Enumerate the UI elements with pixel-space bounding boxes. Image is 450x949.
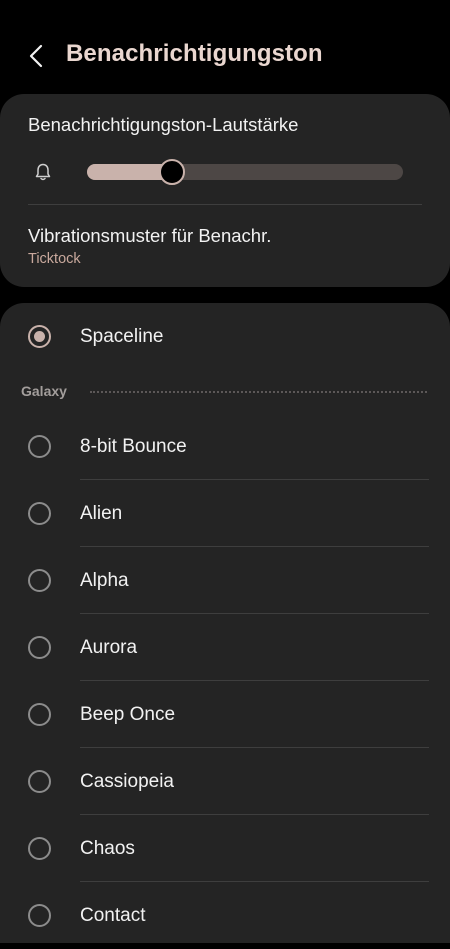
chevron-left-icon (29, 44, 43, 68)
volume-slider[interactable] (87, 159, 403, 185)
volume-slider-thumb[interactable] (159, 159, 186, 185)
section-divider (90, 391, 427, 393)
list-item[interactable]: Chaos (0, 815, 450, 882)
volume-label: Benachrichtigungston-Lautstärke (28, 114, 299, 135)
list-item-label: Cassiopeia (80, 771, 174, 792)
radio-button[interactable] (28, 435, 51, 458)
radio-button[interactable] (28, 904, 51, 927)
list-item[interactable]: Beep Once (0, 681, 450, 748)
section-header-galaxy: Galaxy (21, 383, 67, 399)
list-item[interactable]: 8-bit Bounce (0, 413, 450, 480)
list-item[interactable]: Contact (0, 882, 450, 949)
settings-card: Benachrichtigungston-Lautstärke Vibratio… (0, 94, 450, 287)
vibration-pattern-value: Ticktock (28, 251, 81, 267)
radio-button[interactable] (28, 502, 51, 525)
list-item-label: Alpha (80, 570, 129, 591)
list-item[interactable]: Alpha (0, 547, 450, 614)
app-header: Benachrichtigungston (0, 0, 450, 94)
radio-button[interactable] (28, 636, 51, 659)
list-item-label: Contact (80, 905, 146, 926)
ringtone-list: Spaceline Galaxy 8-bit Bounce Alien Alpha A… (0, 303, 450, 943)
page-title: Benachrichtigungston (66, 40, 323, 67)
list-item-label: Chaos (80, 838, 135, 859)
list-item[interactable]: Cassiopeia (0, 748, 450, 815)
vibration-pattern-title: Vibrationsmuster für Benachr. (28, 225, 272, 246)
list-item-spaceline[interactable]: Spaceline (0, 303, 450, 370)
list-item-label: 8-bit Bounce (80, 436, 187, 457)
list-item-label: Alien (80, 503, 123, 524)
list-item-label: Spaceline (80, 326, 164, 347)
divider (28, 204, 422, 205)
radio-button[interactable] (28, 703, 51, 726)
radio-button[interactable] (28, 569, 51, 592)
list-item[interactable]: Aurora (0, 614, 450, 681)
back-button[interactable] (22, 40, 50, 72)
radio-button-selected[interactable] (28, 325, 51, 348)
bell-icon (35, 163, 51, 181)
radio-button[interactable] (28, 837, 51, 860)
list-item-label: Beep Once (80, 704, 176, 725)
radio-button[interactable] (28, 770, 51, 793)
list-item-label: Aurora (80, 637, 138, 658)
list-item[interactable]: Alien (0, 480, 450, 547)
